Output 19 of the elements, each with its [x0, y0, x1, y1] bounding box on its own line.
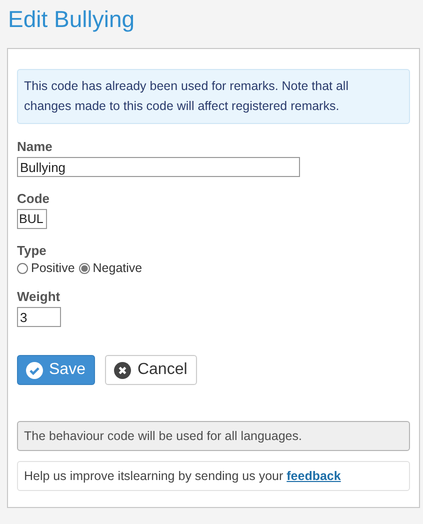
feedback-text: Help us improve itslearning by sending us your feedback [17, 461, 410, 491]
input-field[interactable]: Bullying [17, 157, 300, 177]
input-field[interactable]: 3 [17, 307, 61, 327]
check-icon [26, 362, 43, 378]
field-label: Code [17, 191, 50, 206]
radio-label: Positive [31, 261, 75, 275]
radio-button[interactable] [17, 262, 28, 274]
radio-label: Negative [92, 261, 142, 275]
usage-notice: This code has already been used for remarks. Note that all changes made to this code will affect registered remarks. [17, 69, 410, 124]
cancel-button[interactable]: Cancel [105, 355, 198, 385]
page-title: Edit Bullying [8, 6, 135, 34]
close-icon [114, 362, 132, 378]
input-field[interactable]: BUL [17, 209, 47, 229]
field-label: Weight [17, 289, 60, 304]
language-note: The behaviour code will be used for all languages. [17, 421, 410, 451]
radio-button[interactable] [78, 262, 90, 274]
field-label: Type [17, 243, 46, 258]
field-label: Name [17, 139, 52, 154]
feedback-link[interactable]: feedback [286, 469, 341, 483]
